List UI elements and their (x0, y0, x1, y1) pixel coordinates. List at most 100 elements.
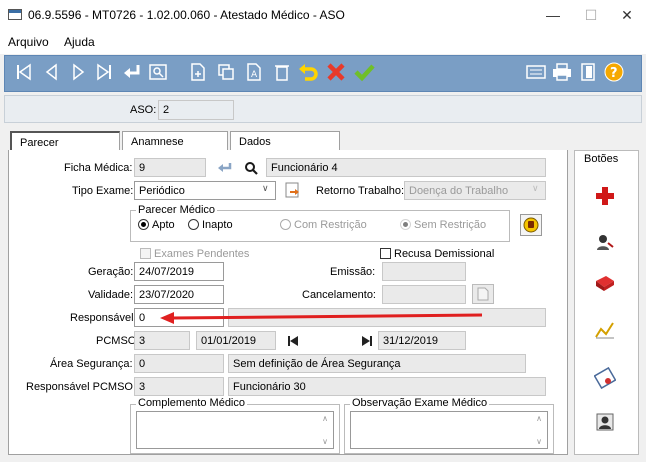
observacao-title: Observação Exame Médico (350, 397, 490, 409)
observacao-textarea[interactable]: ∧ ∨ (350, 411, 548, 449)
new-button[interactable] (186, 60, 210, 84)
printer-icon (553, 63, 571, 81)
pcmso-field[interactable]: 3 (134, 331, 190, 350)
profile-button[interactable] (589, 406, 621, 438)
chevron-down-icon: ∨ (532, 183, 539, 193)
search-button[interactable] (146, 60, 170, 84)
restriction-button[interactable] (520, 214, 542, 236)
aso-label: ASO: (130, 104, 157, 116)
print-button[interactable] (550, 60, 574, 84)
tab-dados[interactable]: Dados (230, 131, 340, 150)
add-exam-button[interactable] (589, 180, 621, 212)
copy-icon (218, 64, 234, 80)
ficha-name-field: Funcionário 4 (266, 158, 546, 177)
copy-button[interactable] (214, 60, 238, 84)
exit-button[interactable] (576, 60, 600, 84)
radio-inapto[interactable]: Inapto (188, 219, 233, 231)
last-icon (362, 335, 372, 346)
person-icon (596, 413, 614, 431)
confirm-button[interactable] (352, 60, 376, 84)
exames-pendentes-checkbox[interactable]: Exames Pendentes (140, 248, 249, 260)
exames-pendentes-box (140, 248, 151, 259)
doctor-button[interactable] (589, 226, 621, 258)
area-label: Área Segurança: (50, 358, 133, 370)
delete-button[interactable] (270, 60, 294, 84)
menu-bar (0, 30, 646, 54)
com-restricao-label: Com Restrição (294, 219, 367, 231)
settings-icon (526, 65, 546, 79)
recusa-box (380, 248, 391, 259)
tipo-select[interactable]: Periódico (134, 181, 276, 200)
next-record-button[interactable] (66, 60, 90, 84)
last-icon (97, 63, 111, 81)
help-icon: ? (604, 62, 624, 82)
resp-pcmso-name-field: Funcionário 30 (228, 377, 546, 396)
ficha-search-button[interactable] (240, 158, 262, 177)
maximize-button[interactable]: ☐ (576, 4, 606, 26)
complemento-textarea[interactable]: ∧ ∨ (136, 411, 334, 449)
resp-pcmso-field[interactable]: 3 (134, 377, 224, 396)
pcmso-end-field: 31/12/2019 (378, 331, 466, 350)
previous-record-button[interactable] (40, 60, 64, 84)
complemento-scrollbar[interactable]: ∧ ∨ (319, 414, 331, 446)
recusa-checkbox[interactable]: Recusa Demissional (380, 248, 494, 260)
aso-field[interactable]: 2 (158, 100, 234, 120)
ficha-field[interactable]: 9 (134, 158, 206, 177)
botoes-title: Botões (582, 153, 621, 165)
certificate-icon (594, 367, 616, 389)
first-record-button[interactable] (12, 60, 36, 84)
new-document-icon (191, 63, 205, 81)
help-button[interactable]: ? (602, 60, 626, 84)
radio-apto[interactable]: Apto (138, 219, 175, 231)
magnifier-icon (245, 161, 258, 175)
edit-button[interactable]: A (242, 60, 266, 84)
ficha-return-button[interactable] (214, 158, 236, 177)
last-record-button[interactable] (92, 60, 116, 84)
pcmso-label: PCMSO: (96, 335, 140, 347)
inapto-label: Inapto (202, 219, 233, 231)
document-arrow-icon (285, 182, 299, 198)
menu-ajuda[interactable]: Ajuda (64, 35, 95, 49)
chart-button[interactable] (589, 314, 621, 346)
medical-cross-icon (596, 187, 614, 205)
undo-button[interactable] (296, 60, 320, 84)
settings-button[interactable] (524, 60, 548, 84)
cancel-icon (327, 63, 345, 81)
resp-pcmso-label: Responsável PCMSO: (26, 381, 137, 393)
radio-inapto-indicator (188, 219, 199, 230)
observacao-scrollbar[interactable]: ∧ ∨ (533, 414, 545, 446)
retorno-select[interactable]: Doença do Trabalho (404, 181, 546, 200)
edit-icon: A (247, 63, 261, 81)
radio-sem-restricao[interactable]: Sem Restrição (400, 219, 486, 231)
cancel-button[interactable] (324, 60, 348, 84)
tipo-action-button[interactable] (282, 180, 304, 200)
trash-icon (275, 65, 289, 81)
area-field[interactable]: 0 (134, 354, 224, 373)
certificate-button[interactable] (589, 362, 621, 394)
tab-parecer[interactable]: Parecer (10, 131, 120, 151)
annotation-arrow-icon (160, 312, 483, 324)
responsavel-label: Responsável: (70, 312, 137, 324)
cancelamento-field[interactable] (382, 285, 466, 304)
retorno-label: Retorno Trabalho: (316, 185, 405, 197)
pcmso-last-button[interactable] (356, 331, 378, 350)
undo-icon (299, 64, 318, 81)
complemento-title: Complemento Médico (136, 397, 247, 409)
tab-anamnese[interactable]: Anamnese (122, 131, 228, 150)
svg-text:A: A (251, 70, 258, 80)
geracao-field[interactable]: 24/07/2019 (134, 262, 224, 281)
pcmso-first-button[interactable] (282, 331, 304, 350)
cancelamento-doc-button[interactable] (472, 284, 494, 304)
validade-field[interactable]: 23/07/2020 (134, 285, 224, 304)
document-icon (477, 287, 489, 301)
radio-com-restricao[interactable]: Com Restrição (280, 219, 367, 231)
close-button[interactable]: ✕ (612, 4, 642, 26)
apto-label: Apto (152, 219, 175, 231)
book-button[interactable] (589, 268, 621, 300)
minimize-button[interactable]: — (538, 4, 568, 26)
return-button[interactable] (120, 60, 144, 84)
enter-icon (124, 65, 140, 78)
first-icon (288, 335, 298, 346)
menu-arquivo[interactable]: Arquivo (8, 35, 49, 49)
emissao-field[interactable] (382, 262, 466, 281)
